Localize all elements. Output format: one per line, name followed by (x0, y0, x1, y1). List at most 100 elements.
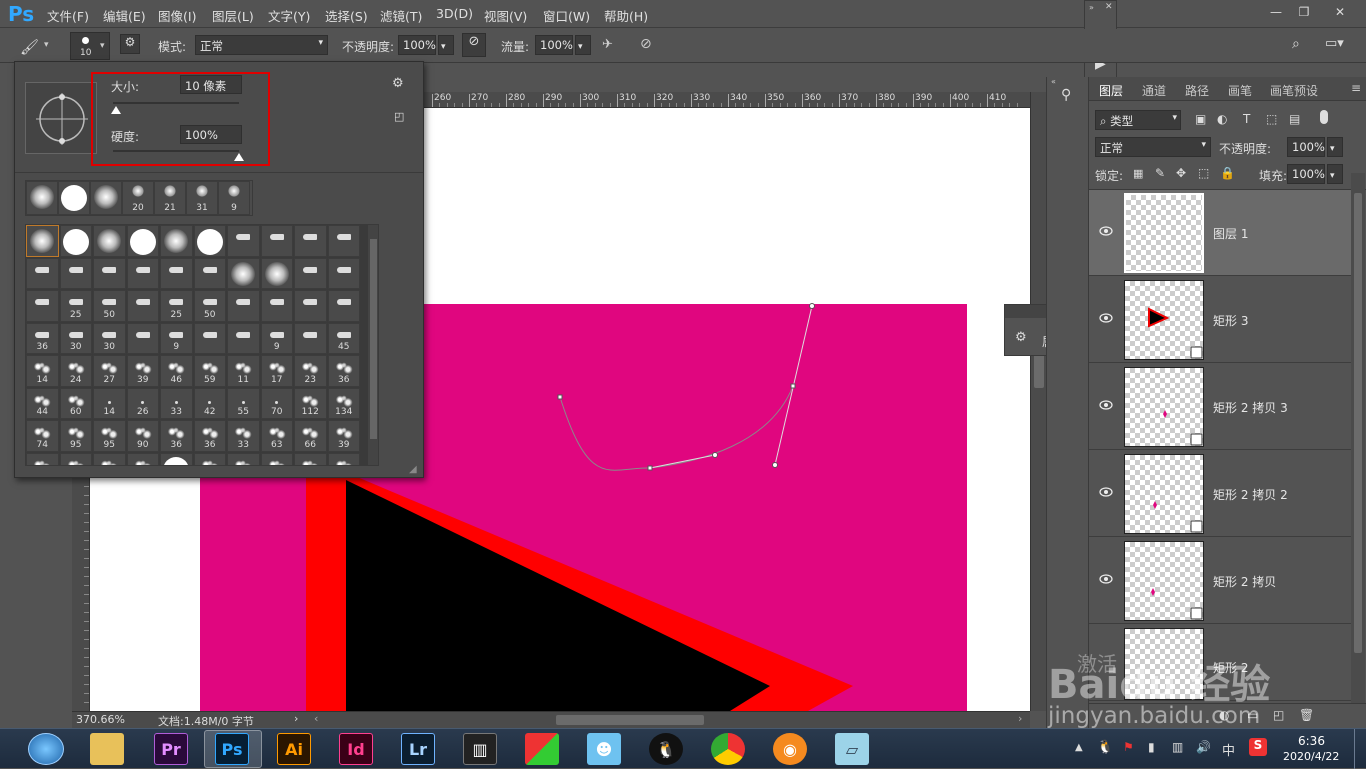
shape-filter-icon[interactable]: ⬚ (1266, 112, 1277, 126)
notes-app-icon[interactable]: ▱ (835, 733, 869, 765)
brush-preset[interactable]: 23 (294, 355, 327, 387)
brush-preset[interactable] (227, 290, 260, 322)
lock-pixels-icon[interactable]: ✎ (1155, 166, 1165, 180)
brush-preset[interactable] (193, 225, 226, 257)
illustrator-icon[interactable]: Ai (277, 733, 311, 765)
tray-qq-icon[interactable]: 🐧 (1097, 740, 1113, 755)
brush-preset[interactable] (26, 225, 59, 257)
pixel-filter-icon[interactable]: ▣ (1195, 112, 1206, 126)
panel-collapse-icon[interactable]: » (1089, 3, 1094, 12)
layer-filter-select[interactable]: ⌕ 类型 ▾ (1095, 110, 1181, 130)
chevron-right-icon[interactable]: › (294, 712, 298, 725)
photoshop-taskbar-icon[interactable]: Ps (215, 733, 249, 765)
delete-layer-icon[interactable]: 🗑 (1299, 708, 1314, 722)
brush-preset[interactable]: 95 (59, 420, 92, 452)
brush-preset[interactable]: 63 (260, 420, 293, 452)
hardness-input[interactable]: 100% (180, 125, 242, 144)
brush-preset[interactable]: 36 (26, 322, 59, 354)
recent-brush[interactable]: 31 (186, 181, 218, 215)
brush-preset[interactable] (126, 225, 159, 257)
brush-preset[interactable]: 55 (227, 387, 260, 419)
brush-tool-icon[interactable]: 🖌 (20, 38, 39, 56)
brush-preset[interactable]: 36 (160, 420, 193, 452)
tray-ime-icon[interactable]: 中 (1222, 740, 1235, 759)
brush-preset[interactable]: 30 (59, 322, 92, 354)
lock-artboard-icon[interactable]: ⬚ (1198, 166, 1209, 180)
brush-preset[interactable] (126, 290, 159, 322)
brush-preset[interactable] (126, 452, 159, 465)
preset-grid-scrollbar[interactable] (367, 224, 379, 466)
browser-orange-icon[interactable]: ◉ (773, 733, 807, 765)
brush-preset[interactable] (26, 290, 59, 322)
brush-preset[interactable]: 25 (59, 290, 92, 322)
tray-sogou-icon[interactable]: S (1249, 738, 1267, 756)
brush-preset[interactable] (93, 257, 126, 289)
brush-preset[interactable]: 42 (193, 387, 226, 419)
size-input[interactable]: 10 像素 (180, 75, 242, 94)
flow-input[interactable]: 100% (535, 35, 573, 55)
menu-edit[interactable]: 编辑(E) (103, 6, 146, 25)
lightroom-icon[interactable]: Lr (401, 733, 435, 765)
brush-preset[interactable]: 50 (193, 290, 226, 322)
recent-brush[interactable]: 9 (218, 181, 250, 215)
fill-input[interactable]: 100% (1287, 164, 1325, 184)
type-filter-icon[interactable]: T (1243, 112, 1250, 126)
brush-preset[interactable] (327, 290, 360, 322)
horizontal-scrollbar-thumb[interactable] (556, 715, 704, 725)
brush-preset[interactable] (227, 322, 260, 354)
clone-source-icon[interactable]: ⚲ (1061, 87, 1071, 103)
chevron-down-icon[interactable]: ▾ (44, 40, 49, 50)
hardness-slider-track[interactable] (113, 150, 239, 152)
brush-preset[interactable] (327, 225, 360, 257)
brush-preset[interactable] (260, 225, 293, 257)
brush-preset[interactable] (93, 225, 126, 257)
restore-icon[interactable]: ❐ (1294, 5, 1314, 19)
scrollbar-thumb[interactable] (1354, 193, 1362, 653)
blend-mode-select[interactable]: 正常 ▾ (1095, 137, 1211, 157)
layer-row[interactable]: 矩形 2 拷贝 (1089, 538, 1351, 624)
brush-preset[interactable] (260, 290, 293, 322)
brush-preset[interactable] (59, 225, 92, 257)
search-icon[interactable]: ⌕ (1292, 36, 1300, 52)
airbrush-icon[interactable]: ✈ (602, 37, 613, 52)
brush-preset[interactable]: 30 (93, 322, 126, 354)
tray-network-icon[interactable]: ▥ (1172, 740, 1183, 754)
lock-all-icon[interactable]: 🔒 (1220, 166, 1235, 180)
hardness-slider-thumb[interactable] (234, 153, 244, 161)
opacity-dropdown[interactable]: ▾ (438, 35, 454, 55)
brush-preset[interactable] (193, 322, 226, 354)
brush-preset[interactable] (327, 452, 360, 465)
workspace-icon[interactable]: ▭▾ (1325, 36, 1344, 51)
tab-brush[interactable]: 画笔 (1228, 82, 1252, 99)
brush-preset[interactable]: 90 (126, 420, 159, 452)
brush-preset[interactable] (160, 225, 193, 257)
properties-icon[interactable]: ⚙ (1015, 330, 1027, 345)
brush-preset[interactable] (193, 452, 226, 465)
brush-panel-toggle-icon[interactable]: ⚙ (120, 34, 140, 54)
recent-brush[interactable] (90, 181, 122, 215)
new-layer-icon[interactable]: ◰ (1273, 708, 1284, 722)
brush-preset[interactable]: 74 (26, 420, 59, 452)
flow-dropdown[interactable]: ▾ (575, 35, 591, 55)
brush-preset[interactable] (327, 257, 360, 289)
menu-file[interactable]: 文件(F) (47, 6, 89, 25)
brush-preset[interactable]: 44 (26, 387, 59, 419)
menu-select[interactable]: 选择(S) (325, 6, 368, 25)
brush-preset[interactable]: 46 (160, 355, 193, 387)
minimize-icon[interactable]: — (1266, 5, 1286, 19)
brush-preset[interactable]: 27 (93, 355, 126, 387)
pressure-opacity-icon[interactable]: ⊘ (462, 33, 486, 57)
layer-name[interactable]: 矩形 2 拷贝 (1213, 573, 1276, 590)
brush-preset[interactable]: 26 (126, 387, 159, 419)
brush-preset[interactable] (160, 257, 193, 289)
premiere-icon[interactable]: Pr (154, 733, 188, 765)
menu-filter[interactable]: 滤镜(T) (380, 6, 422, 25)
brush-preset[interactable]: 25 (160, 290, 193, 322)
layer-opacity-input[interactable]: 100% (1287, 137, 1325, 157)
tab-brush-presets[interactable]: 画笔预设 (1270, 82, 1318, 99)
brush-preset[interactable] (294, 452, 327, 465)
brush-angle-preview[interactable] (25, 82, 97, 154)
filter-toggle-icon[interactable] (1320, 110, 1328, 124)
brush-preset[interactable] (227, 452, 260, 465)
scroll-left-icon[interactable]: ‹ (314, 712, 318, 725)
